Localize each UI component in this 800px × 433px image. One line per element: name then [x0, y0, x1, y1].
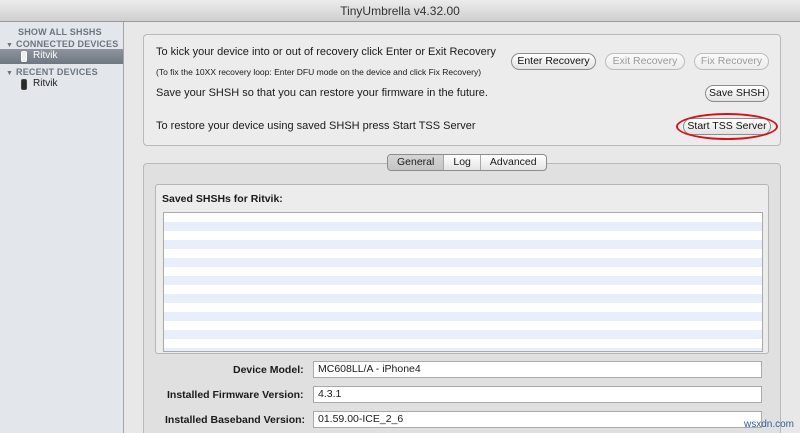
title-bar[interactable]: TinyUmbrella v4.32.00 — [0, 0, 800, 22]
firmware-version-field[interactable]: 4.3.1 — [313, 386, 762, 403]
disclosure-triangle-icon[interactable]: ▼ — [6, 70, 16, 77]
iphone-icon — [21, 51, 27, 62]
tab-bar: General Log Advanced — [387, 154, 547, 171]
firmware-version-label: Installed Firmware Version: — [167, 389, 304, 401]
sidebar: SHOW ALL SHSHS ▼ CONNECTED DEVICES Ritvik… — [0, 22, 124, 433]
save-instructions: Save your SHSH so that you can restore y… — [156, 87, 488, 99]
fix-recovery-button[interactable]: Fix Recovery — [694, 53, 769, 70]
save-shsh-button[interactable]: Save SHSH — [705, 85, 769, 102]
connected-devices-header[interactable]: ▼ CONNECTED DEVICES — [6, 39, 118, 49]
device-model-field[interactable]: MC608LL/A - iPhone4 — [313, 361, 762, 378]
recent-devices-header[interactable]: ▼ RECENT DEVICES — [6, 67, 98, 77]
sidebar-item-connected-ritvik[interactable]: Ritvik — [0, 49, 123, 64]
sidebar-item-label: Ritvik — [33, 78, 58, 89]
tab-advanced[interactable]: Advanced — [481, 155, 546, 170]
baseband-version-field[interactable]: 01.59.00-ICE_2_6 — [313, 411, 762, 428]
exit-recovery-button[interactable]: Exit Recovery — [605, 53, 685, 70]
sidebar-item-recent-ritvik[interactable]: Ritvik — [0, 77, 123, 92]
show-all-shshs[interactable]: SHOW ALL SHSHS — [18, 27, 102, 37]
highlight-ring — [676, 113, 778, 140]
enter-recovery-button[interactable]: Enter Recovery — [511, 53, 596, 70]
recovery-instructions: To kick your device into or out of recov… — [156, 46, 496, 58]
app-window: TinyUmbrella v4.32.00 SHOW ALL SHSHS ▼ CO… — [0, 0, 800, 433]
tab-log[interactable]: Log — [444, 155, 481, 170]
disclosure-triangle-icon[interactable]: ▼ — [6, 42, 16, 49]
device-model-label: Device Model: — [233, 364, 304, 376]
watermark: wsxdn.com — [743, 419, 794, 430]
tab-general[interactable]: General — [388, 155, 445, 170]
baseband-version-label: Installed Baseband Version: — [165, 414, 306, 426]
sidebar-item-label: Ritvik — [33, 50, 58, 61]
saved-shsh-list[interactable] — [163, 212, 763, 352]
recovery-hint: (To fix the 10XX recovery loop: Enter DF… — [156, 67, 482, 77]
saved-shsh-title: Saved SHSHs for Ritvik: — [162, 193, 283, 205]
iphone-icon — [21, 79, 27, 90]
window-title: TinyUmbrella v4.32.00 — [340, 4, 460, 18]
tss-instructions: To restore your device using saved SHSH … — [156, 120, 476, 132]
